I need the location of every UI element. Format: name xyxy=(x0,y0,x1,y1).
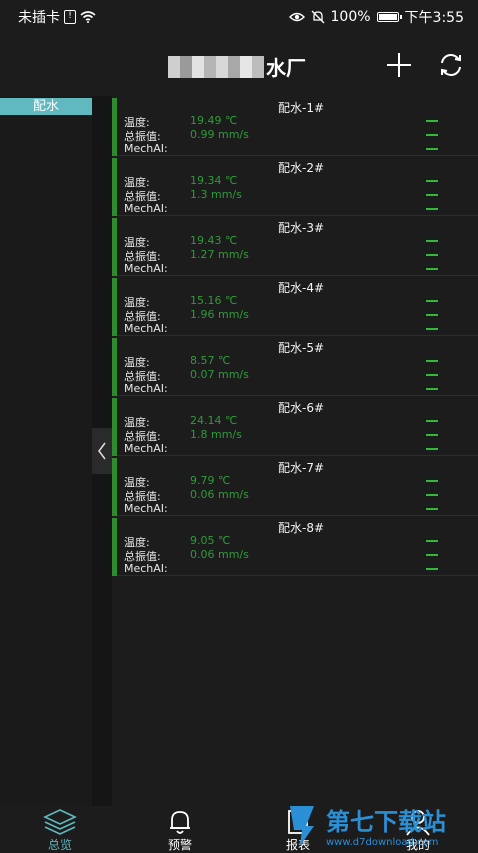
eye-icon xyxy=(288,12,305,22)
temp-value: 8.57 ℃ xyxy=(190,354,231,367)
mech-label: MechAI: xyxy=(124,502,168,515)
device-card[interactable]: 配水-1# 温度: 19.49 ℃ 总振值: 0.99 mm/s MechAI: xyxy=(112,96,478,156)
status-dash xyxy=(426,388,438,390)
device-card[interactable]: 配水-7# 温度: 9.79 ℃ 总振值: 0.06 mm/s MechAI: xyxy=(112,456,478,516)
tab-label: 总览 xyxy=(47,838,72,852)
device-card[interactable]: 配水-5# 温度: 8.57 ℃ 总振值: 0.07 mm/s MechAI: xyxy=(112,336,478,396)
status-dash xyxy=(426,360,438,362)
collapse-sidebar-button[interactable] xyxy=(92,428,112,474)
vib-value: 1.3 mm/s xyxy=(190,188,242,201)
device-name: 配水-5# xyxy=(277,341,325,355)
mech-label: MechAI: xyxy=(124,382,168,395)
temp-value: 24.14 ℃ xyxy=(190,414,238,427)
sim-icon: ! xyxy=(64,10,76,24)
tab-alert[interactable]: 预警 xyxy=(150,806,210,852)
status-dash xyxy=(426,328,438,330)
status-dash xyxy=(426,434,438,436)
status-dash xyxy=(426,268,438,270)
device-name: 配水-8# xyxy=(277,521,325,535)
mech-label: MechAI: xyxy=(124,142,168,155)
device-name: 配水-3# xyxy=(277,221,325,235)
device-card[interactable]: 配水-2# 温度: 19.34 ℃ 总振值: 1.3 mm/s MechAI: xyxy=(112,156,478,216)
mech-label: MechAI: xyxy=(124,262,168,275)
status-dash xyxy=(426,120,438,122)
device-card[interactable]: 配水-8# 温度: 9.05 ℃ 总振值: 0.06 mm/s MechAI: xyxy=(112,516,478,576)
status-dash xyxy=(426,374,438,376)
tab-overview[interactable]: 总览 xyxy=(30,806,90,852)
status-dash xyxy=(426,568,438,570)
temp-value: 15.16 ℃ xyxy=(190,294,238,307)
mech-label: MechAI: xyxy=(124,322,168,335)
device-name: 配水-6# xyxy=(277,401,325,415)
mech-label: MechAI: xyxy=(124,562,168,575)
title-text: 水厂 xyxy=(266,56,306,80)
watermark-text: 第七下载站 xyxy=(326,808,446,836)
status-bar: 未插卡 ! 100% 下午3:55 xyxy=(0,0,478,34)
status-dash xyxy=(426,300,438,302)
temp-value: 19.34 ℃ xyxy=(190,174,238,187)
status-dash xyxy=(426,180,438,182)
status-dash xyxy=(426,134,438,136)
temp-value: 9.79 ℃ xyxy=(190,474,231,487)
status-dash xyxy=(426,194,438,196)
page-title: 水厂 xyxy=(168,52,306,81)
vib-value: 0.06 mm/s xyxy=(190,548,249,561)
mech-label: MechAI: xyxy=(124,442,168,455)
device-card[interactable]: 配水-6# 温度: 24.14 ℃ 总振值: 1.8 mm/s MechAI: xyxy=(112,396,478,456)
status-dash xyxy=(426,420,438,422)
device-name: 配水-4# xyxy=(277,281,325,295)
status-dash xyxy=(426,314,438,316)
device-card[interactable]: 配水-3# 温度: 19.43 ℃ 总振值: 1.27 mm/s MechAI: xyxy=(112,216,478,276)
device-name: 配水-7# xyxy=(277,461,325,475)
status-dash xyxy=(426,494,438,496)
chevron-left-icon xyxy=(98,442,106,460)
temp-value: 9.05 ℃ xyxy=(190,534,231,547)
refresh-icon[interactable] xyxy=(436,50,466,80)
device-name: 配水-1# xyxy=(277,101,325,115)
temp-value: 19.49 ℃ xyxy=(190,114,238,127)
clock-text: 下午3:55 xyxy=(404,10,464,26)
carrier-text: 未插卡 xyxy=(18,10,60,26)
watermark-logo: 第七下载站 www.d7download.com xyxy=(290,806,446,848)
status-dash xyxy=(426,148,438,150)
device-card[interactable]: 配水-4# 温度: 15.16 ℃ 总振值: 1.96 mm/s MechAI: xyxy=(112,276,478,336)
status-dash xyxy=(426,448,438,450)
tab-label: 预警 xyxy=(167,838,192,852)
status-dash xyxy=(426,480,438,482)
status-dash xyxy=(426,254,438,256)
vib-value: 1.96 mm/s xyxy=(190,308,249,321)
vib-value: 1.27 mm/s xyxy=(190,248,249,261)
redacted-name-block xyxy=(168,55,264,78)
status-dash xyxy=(426,508,438,510)
mute-bell-icon xyxy=(311,10,324,24)
wifi-icon xyxy=(80,11,96,23)
status-dash xyxy=(426,540,438,542)
sidebar-item-peishui[interactable]: 配水 xyxy=(0,98,92,115)
battery-icon xyxy=(376,12,402,22)
vib-value: 0.99 mm/s xyxy=(190,128,249,141)
temp-value: 19.43 ℃ xyxy=(190,234,238,247)
status-dash xyxy=(426,208,438,210)
bell-icon xyxy=(170,811,190,834)
mech-label: MechAI: xyxy=(124,202,168,215)
device-name: 配水-2# xyxy=(277,161,325,175)
battery-percent: 100% xyxy=(330,9,371,25)
app-header: 水厂 xyxy=(0,34,478,96)
layers-icon xyxy=(43,809,77,835)
watermark-url: www.d7download.com xyxy=(326,837,438,848)
status-dash xyxy=(426,240,438,242)
sidebar: 配水 xyxy=(0,96,92,806)
vib-value: 0.07 mm/s xyxy=(190,368,249,381)
vib-value: 1.8 mm/s xyxy=(190,428,242,441)
vib-value: 0.06 mm/s xyxy=(190,488,249,501)
add-icon[interactable] xyxy=(384,50,414,80)
status-dash xyxy=(426,554,438,556)
device-list: 配水-1# 温度: 19.49 ℃ 总振值: 0.99 mm/s MechAI:… xyxy=(112,96,478,576)
